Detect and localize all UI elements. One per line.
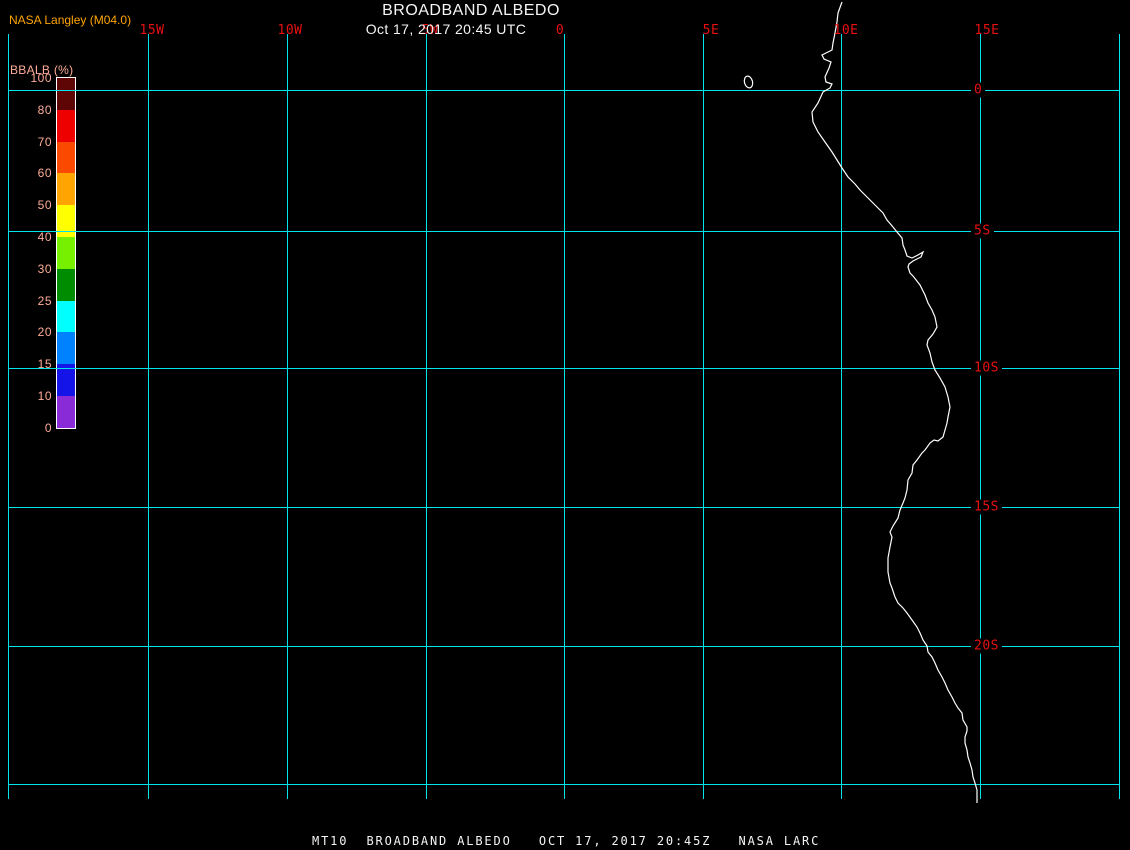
island-outline — [743, 75, 754, 89]
colorbar-tick-50: 50 — [37, 198, 52, 212]
colorbar-tick-40: 40 — [37, 230, 52, 244]
longitude-label-15W: 15W — [139, 23, 165, 38]
longitude-label-10W: 10W — [277, 23, 303, 38]
coastline-map — [743, 1, 978, 803]
latitude-label-15S: 15S — [971, 499, 1002, 515]
source-version-label: NASA Langley (M04.0) — [9, 13, 132, 27]
colorbar-tick-10: 10 — [37, 389, 52, 403]
albedo-map-canvas: NASA Langley (M04.0) BROADBAND ALBEDO Oc… — [0, 0, 1130, 850]
page-title: BROADBAND ALBEDO — [382, 2, 560, 19]
latitude-label-5S: 5S — [971, 223, 994, 239]
colorbar-tick-30: 30 — [37, 262, 52, 276]
longitude-label-5E: 5E — [702, 23, 720, 38]
colorbar-tick-80: 80 — [37, 103, 52, 117]
longitude-label-0: 0 — [555, 23, 565, 38]
colorbar-tick-25: 25 — [37, 294, 52, 308]
africa-west-coastline — [811, 1, 978, 803]
longitude-label-15E: 15E — [974, 23, 1000, 38]
colorbar-tick-15: 15 — [37, 357, 52, 371]
colorbar-tick-20: 20 — [37, 325, 52, 339]
colorbar-tick-60: 60 — [37, 166, 52, 180]
longitude-label-10E: 10E — [833, 23, 859, 38]
timestamp-subtitle: Oct 17, 2017 20:45 UTC — [365, 21, 527, 37]
latitude-label-10S: 10S — [971, 360, 1002, 376]
colorbar-tick-70: 70 — [37, 135, 52, 149]
latitude-label-20S: 20S — [971, 638, 1002, 654]
colorbar-tick-100: 100 — [30, 71, 52, 85]
footer-caption: MT10 BROADBAND ALBEDO OCT 17, 2017 20:45… — [312, 834, 821, 848]
latitude-label-0: 0 — [971, 82, 986, 98]
colorbar-tick-0: 0 — [44, 421, 52, 435]
